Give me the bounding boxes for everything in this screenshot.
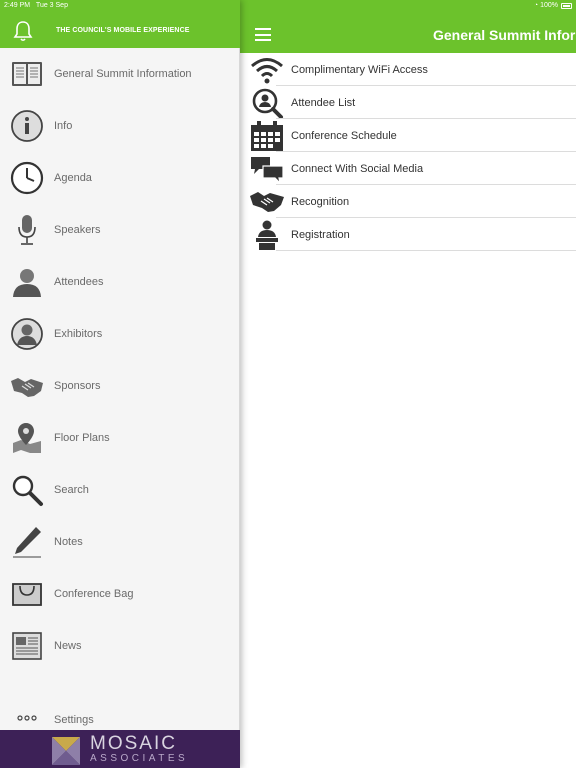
- nav-label: Settings: [54, 714, 94, 726]
- microphone-icon: [18, 215, 36, 245]
- calendar-icon: [251, 121, 283, 151]
- nav-label: News: [54, 640, 82, 652]
- newspaper-icon: [12, 632, 42, 660]
- nav-item-exhibitors[interactable]: Exhibitors: [0, 308, 239, 360]
- nav-item-agenda[interactable]: Agenda: [0, 152, 239, 204]
- list-item-wifi[interactable]: Complimentary WiFi Access: [240, 53, 576, 86]
- nav-item-sponsors[interactable]: Sponsors: [0, 360, 239, 412]
- nav-label: Sponsors: [54, 380, 101, 392]
- row-divider: [276, 250, 576, 251]
- pen-icon: [13, 527, 41, 558]
- status-battery-text: ◔ 100%: [533, 2, 558, 9]
- list-item-label: Conference Schedule: [291, 130, 397, 142]
- nav-label: Conference Bag: [54, 588, 134, 600]
- list-item-conference-schedule[interactable]: Conference Schedule: [240, 119, 576, 152]
- magnifier-icon: [12, 475, 43, 506]
- main-pane: General Summit Information Complimentary…: [240, 0, 576, 768]
- status-bar: 2:49 PM Tue 3 Sep ◔ 100%: [0, 0, 576, 12]
- wifi-icon: [251, 58, 283, 84]
- nav-label: Info: [54, 120, 73, 132]
- nav-item-news[interactable]: News: [0, 620, 239, 672]
- list-item-label: Connect With Social Media: [291, 163, 424, 175]
- battery-icon: [561, 3, 572, 9]
- nav-item-notes[interactable]: Notes: [0, 516, 239, 568]
- brand-name: MOSAIC: [90, 733, 177, 754]
- handshake-icon: [11, 378, 43, 397]
- map-pin-icon: [13, 423, 41, 453]
- list-item-label: Complimentary WiFi Access: [291, 64, 428, 76]
- info-icon: [11, 110, 43, 142]
- list-item-label: Registration: [291, 229, 350, 241]
- side-drawer: THE COUNCIL'S MOBILE EXPERIENCE General …: [0, 0, 240, 768]
- nav-item-floor-plans[interactable]: Floor Plans: [0, 412, 239, 464]
- list-item-recognition[interactable]: Recognition: [240, 185, 576, 218]
- nav-item-search[interactable]: Search: [0, 464, 239, 516]
- status-time: 2:49 PM Tue 3 Sep: [4, 2, 68, 9]
- nav-item-attendees[interactable]: Attendees: [0, 256, 239, 308]
- nav-item-general-summit-information[interactable]: General Summit Information: [0, 48, 239, 100]
- hamburger-menu-icon[interactable]: [255, 28, 271, 41]
- chat-bubbles-icon: [251, 157, 284, 184]
- brand-subtitle: ASSOCIATES: [90, 753, 189, 764]
- nav-label: Speakers: [54, 224, 101, 236]
- bag-icon: [12, 583, 42, 606]
- nav-label: Search: [54, 484, 89, 496]
- book-icon: [12, 62, 42, 86]
- podium-icon: [256, 220, 278, 250]
- person-circle-icon: [11, 318, 43, 350]
- list-item-label: Attendee List: [291, 97, 356, 109]
- bell-icon[interactable]: [13, 20, 33, 42]
- list-item-attendee-list[interactable]: Attendee List: [240, 86, 576, 119]
- mosaic-logo-mark: [52, 737, 80, 765]
- nav-label: Notes: [54, 536, 83, 548]
- brand-footer: MOSAIC ASSOCIATES: [0, 730, 240, 768]
- nav-label: Agenda: [54, 172, 92, 184]
- nav-item-speakers[interactable]: Speakers: [0, 204, 239, 256]
- attendee-search-icon: [252, 88, 283, 118]
- nav-label: Attendees: [54, 276, 104, 288]
- page-title: General Summit Information: [433, 27, 576, 43]
- handshake-icon: [250, 192, 284, 212]
- nav-label: Floor Plans: [54, 432, 110, 444]
- list-item-social-media[interactable]: Connect With Social Media: [240, 152, 576, 185]
- list-item-label: Recognition: [291, 196, 350, 208]
- nav-label: General Summit Information: [54, 68, 192, 80]
- clock-icon: [10, 161, 44, 195]
- list-item-registration[interactable]: Registration: [240, 218, 576, 251]
- drawer-title: THE COUNCIL'S MOBILE EXPERIENCE: [56, 27, 190, 34]
- person-icon: [13, 269, 41, 297]
- nav-label: Exhibitors: [54, 328, 103, 340]
- nav-item-info[interactable]: Info: [0, 100, 239, 152]
- nav-item-conference-bag[interactable]: Conference Bag: [0, 568, 239, 620]
